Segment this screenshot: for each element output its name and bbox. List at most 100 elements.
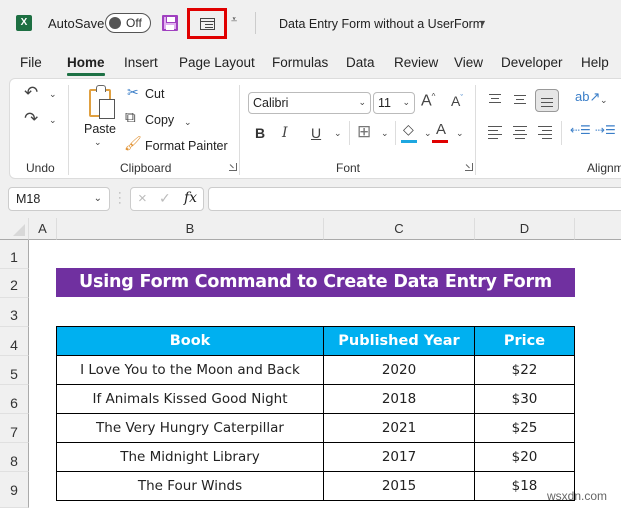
orientation-icon[interactable]: ab↗ [575,89,600,105]
tab-help[interactable]: Help [581,55,609,70]
tab-file[interactable]: File [20,55,42,70]
row-header-9[interactable]: 9 [0,472,29,508]
font-color-dropdown-icon[interactable]: ⌄ [456,128,464,139]
clipboard-launcher-icon[interactable] [229,163,237,171]
copy-button[interactable]: Copy [145,113,174,127]
copy-icon: ⧉ [125,109,136,126]
cell-year[interactable]: 2021 [323,413,475,443]
header-price[interactable]: Price [474,326,575,356]
cell-book[interactable]: The Midnight Library [56,442,324,472]
paste-dropdown-icon[interactable]: ⌄ [94,137,102,148]
row-header-1[interactable]: 1 [0,240,29,269]
tab-view[interactable]: View [454,55,483,70]
table-row: If Animals Kissed Good Night 2018 $30 [56,384,575,414]
undo-group-label: Undo [26,161,55,175]
document-title[interactable]: Data Entry Form without a UserForm [279,17,483,31]
redo-dropdown-icon[interactable]: ⌄ [49,115,57,126]
fill-color-icon[interactable]: ◇ [403,121,414,138]
font-name-select[interactable]: Calibri ⌄ [248,92,371,114]
borders-dropdown-icon[interactable]: ⌄ [381,128,389,139]
row-header-4[interactable]: 4 [0,327,29,356]
cell-book[interactable]: The Four Winds [56,471,324,501]
enter-icon[interactable]: ✓ [159,190,171,207]
group-divider [239,85,240,175]
table-row: The Very Hungry Caterpillar 2021 $25 [56,413,575,443]
cell-price[interactable]: $25 [474,413,575,443]
customize-qat-icon[interactable]: ⩡ [231,14,237,27]
grow-font-icon[interactable]: A^ [421,92,435,110]
column-header-b[interactable]: B [57,218,324,240]
orientation-dropdown-icon[interactable]: ⌄ [600,95,608,106]
undo-dropdown-icon[interactable]: ⌄ [49,89,57,100]
tab-formulas[interactable]: Formulas [272,55,328,70]
column-header-c[interactable]: C [324,218,475,240]
copy-dropdown-icon[interactable]: ⌄ [184,117,192,128]
header-published-year[interactable]: Published Year [323,326,475,356]
header-book[interactable]: Book [56,326,324,356]
font-color-icon[interactable]: A [436,121,446,138]
cell-price[interactable]: $22 [474,355,575,385]
shrink-font-icon[interactable]: Aˇ [451,93,463,109]
paste-button[interactable]: Paste [84,122,116,136]
row-header-5[interactable]: 5 [0,356,29,385]
align-center-button[interactable] [512,124,528,140]
row-header-3[interactable]: 3 [0,298,29,327]
row-header-2[interactable]: 2 [0,269,29,298]
formula-input[interactable] [208,187,621,211]
underline-dropdown-icon[interactable]: ⌄ [334,128,342,139]
row-header-7[interactable]: 7 [0,414,29,443]
align-left-button[interactable] [487,124,503,140]
bold-button[interactable]: B [255,125,265,141]
cell-year[interactable]: 2018 [323,384,475,414]
increase-indent-icon[interactable]: ⇢☰ [595,123,616,137]
italic-button[interactable]: I [282,125,288,141]
decrease-indent-icon[interactable]: ⇠☰ [570,123,591,137]
format-painter-button[interactable]: Format Painter [145,139,228,153]
select-all-button[interactable] [0,218,29,240]
tab-data[interactable]: Data [346,55,375,70]
form-command-button[interactable] [187,8,227,39]
autosave-toggle[interactable]: Off [105,13,151,33]
row-header-6[interactable]: 6 [0,385,29,414]
cut-button[interactable]: Cut [145,87,164,101]
cell-price[interactable]: $20 [474,442,575,472]
cell-book[interactable]: If Animals Kissed Good Night [56,384,324,414]
chevron-down-icon: ⌄ [402,97,410,107]
column-header-a[interactable]: A [29,218,57,240]
tab-insert[interactable]: Insert [124,55,158,70]
font-size-select[interactable]: 11 ⌄ [373,92,415,114]
name-box[interactable]: M18 ⌄ [8,187,110,211]
insert-function-button[interactable]: fx [184,190,197,206]
align-top-button[interactable] [487,92,503,106]
watermark: wsxdn.com [547,489,608,503]
font-launcher-icon[interactable] [465,163,473,171]
tab-home[interactable]: Home [67,55,105,76]
tab-review[interactable]: Review [394,55,438,70]
caret-down-icon[interactable]: ▼ [478,18,487,28]
column-header-e[interactable] [575,218,621,240]
borders-icon[interactable]: ⊞ [357,122,371,142]
column-header-d[interactable]: D [475,218,575,240]
tab-developer[interactable]: Developer [501,55,563,70]
align-bottom-button[interactable] [535,89,559,112]
tab-page-layout[interactable]: Page Layout [179,55,255,70]
save-icon[interactable] [162,15,178,31]
fill-color-dropdown-icon[interactable]: ⌄ [424,128,432,139]
more-options-icon[interactable]: · · · [118,188,122,209]
cancel-icon[interactable]: × [138,190,147,207]
cell-year[interactable]: 2015 [323,471,475,501]
paste-icon[interactable] [89,85,115,119]
redo-icon[interactable]: ↷ [24,109,38,129]
cell-price[interactable]: $30 [474,384,575,414]
cell-year[interactable]: 2020 [323,355,475,385]
underline-button[interactable]: U [311,125,321,141]
undo-icon[interactable]: ↶ [24,83,38,103]
font-group-label: Font [336,161,361,175]
align-middle-button[interactable] [512,92,528,106]
cell-book[interactable]: The Very Hungry Caterpillar [56,413,324,443]
books-table: Book Published Year Price I Love You to … [56,326,575,501]
row-header-8[interactable]: 8 [0,443,29,472]
align-right-button[interactable] [537,124,553,140]
cell-book[interactable]: I Love You to the Moon and Back [56,355,324,385]
cell-year[interactable]: 2017 [323,442,475,472]
